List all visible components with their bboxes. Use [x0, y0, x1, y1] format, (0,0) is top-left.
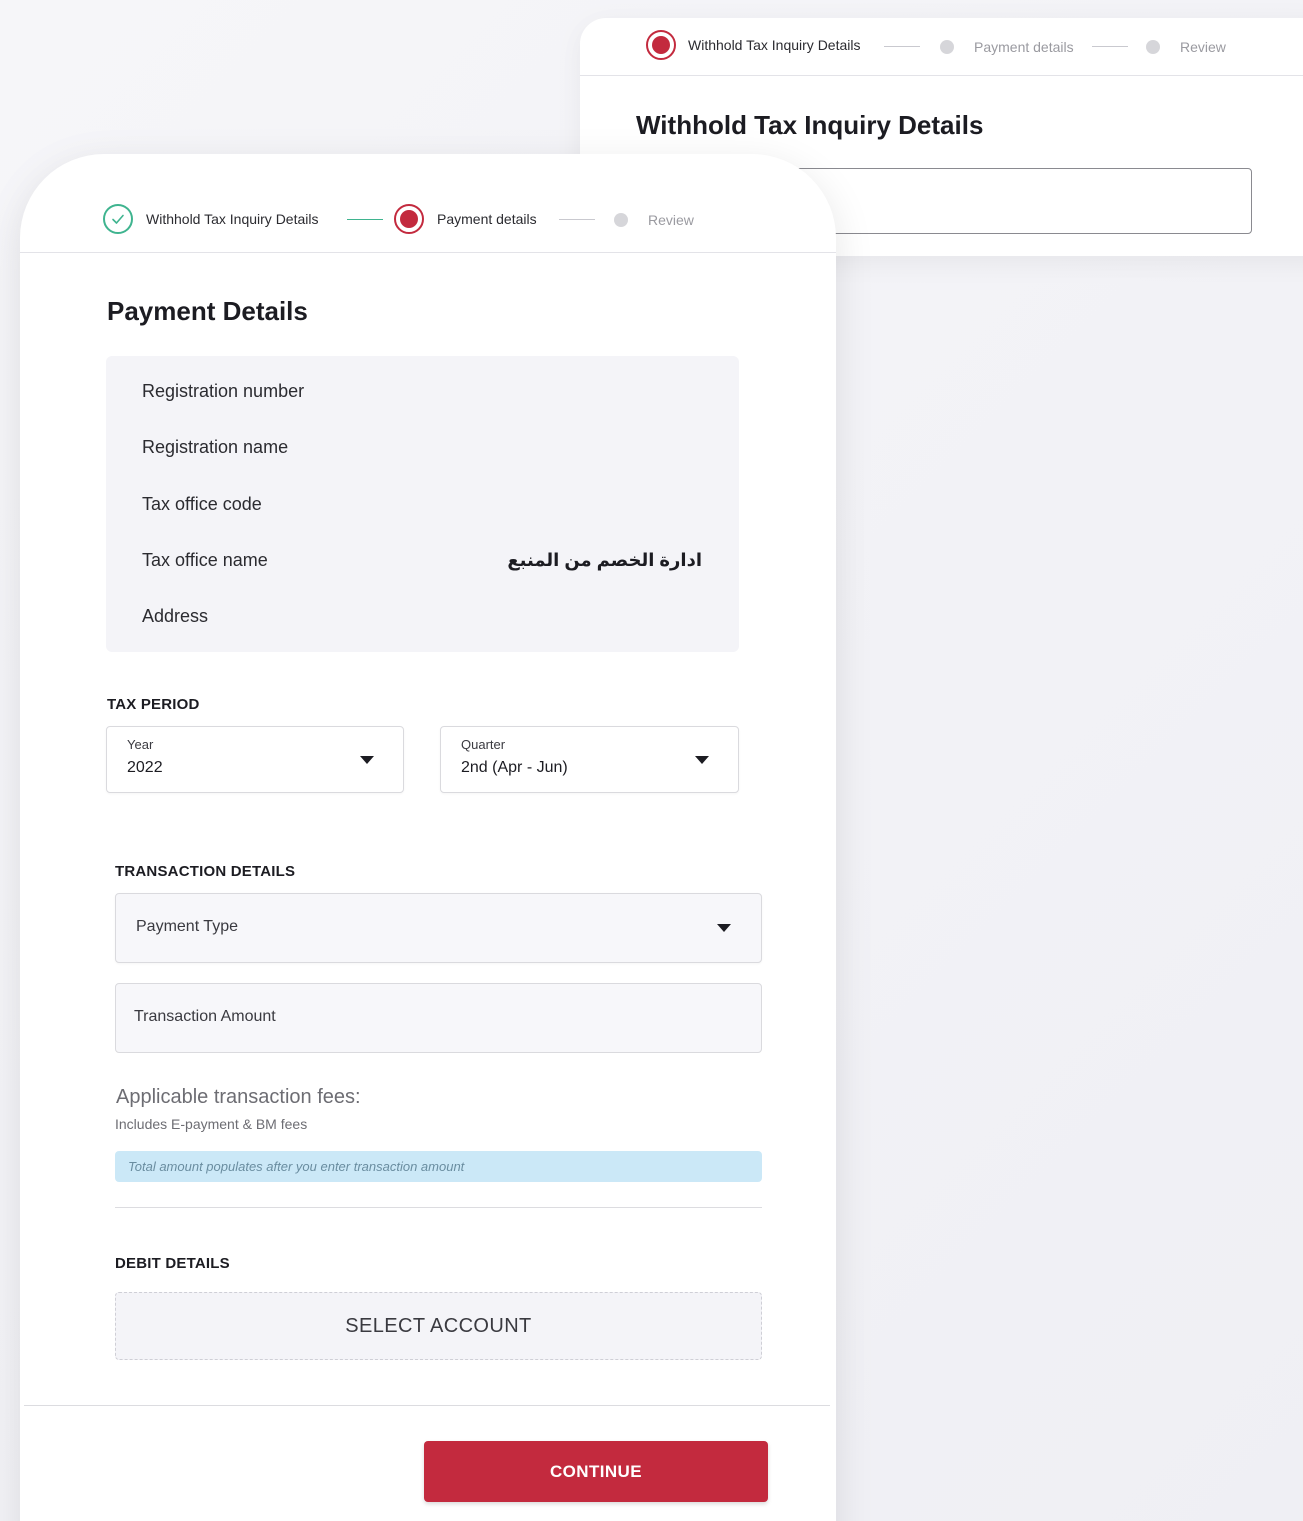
back-page-title: Withhold Tax Inquiry Details — [636, 110, 984, 140]
pending-step-icon — [940, 40, 954, 54]
back-step-payment[interactable]: Payment details — [940, 39, 1074, 55]
quarter-label: Quarter — [461, 737, 506, 752]
caret-down-icon — [717, 924, 731, 932]
registration-name-label: Registration name — [142, 436, 289, 457]
fees-subtitle: Includes E-payment & BM fees — [115, 1116, 308, 1132]
front-stepper: Withhold Tax Inquiry Details Payment det… — [20, 154, 836, 253]
year-select[interactable]: Year 2022 — [106, 726, 404, 793]
step-inquiry-label: Withhold Tax Inquiry Details — [146, 211, 319, 227]
back-step-inquiry[interactable]: Withhold Tax Inquiry Details — [646, 30, 860, 60]
debit-details-heading: DEBIT DETAILS — [115, 1255, 230, 1272]
step-payment-label: Payment details — [437, 211, 537, 227]
transaction-details-heading: TRANSACTION DETAILS — [115, 863, 296, 880]
step-payment[interactable]: Payment details — [394, 204, 537, 234]
quarter-value: 2nd (Apr - Jun) — [461, 759, 568, 776]
select-account-button[interactable]: SELECT ACCOUNT — [115, 1292, 762, 1360]
pending-step-icon — [614, 213, 628, 227]
back-step-payment-label: Payment details — [974, 39, 1074, 55]
step-connector — [1092, 46, 1128, 47]
transaction-amount-placeholder: Transaction Amount — [134, 1008, 276, 1025]
back-stepper: Withhold Tax Inquiry Details Payment det… — [580, 18, 1303, 76]
front-card: Withhold Tax Inquiry Details Payment det… — [20, 154, 836, 1521]
back-step-review-label: Review — [1180, 39, 1226, 55]
active-step-icon — [394, 204, 424, 234]
footer-divider — [24, 1405, 830, 1406]
divider — [115, 1207, 762, 1208]
active-step-icon — [646, 30, 676, 60]
check-circle-icon — [103, 204, 133, 234]
back-step-inquiry-label: Withhold Tax Inquiry Details — [688, 37, 861, 53]
transaction-amount-input[interactable]: Transaction Amount — [115, 983, 762, 1053]
step-review-label: Review — [648, 212, 694, 228]
step-inquiry[interactable]: Withhold Tax Inquiry Details — [103, 204, 318, 234]
year-value: 2022 — [127, 759, 163, 776]
page-title: Payment Details — [107, 296, 308, 326]
step-connector-done — [347, 219, 383, 220]
step-connector — [884, 46, 920, 47]
step-connector — [559, 219, 595, 220]
address-label: Address — [142, 605, 209, 626]
info-row-address: Address — [142, 601, 702, 631]
info-row-tax-office-code: Tax office code — [142, 489, 702, 519]
stage: Withhold Tax Inquiry Details Payment det… — [0, 0, 1303, 1521]
year-label: Year — [127, 737, 154, 752]
check-icon — [112, 214, 124, 224]
tax-office-code-label: Tax office code — [142, 493, 262, 514]
info-row-registration-name: Registration name — [142, 432, 702, 462]
total-amount-banner: Total amount populates after you enter t… — [115, 1151, 762, 1182]
info-row-tax-office-name: Tax office name ادارة الخصم من المنبع — [142, 545, 702, 575]
payment-type-placeholder: Payment Type — [136, 918, 238, 935]
banner-text: Total amount populates after you enter t… — [128, 1159, 465, 1174]
registration-number-label: Registration number — [142, 380, 305, 401]
tax-office-name-label: Tax office name — [142, 549, 268, 570]
back-step-review[interactable]: Review — [1146, 39, 1226, 55]
registration-info-panel: Registration number Registration name Ta… — [106, 356, 739, 652]
info-row-registration-number: Registration number — [142, 376, 702, 406]
caret-down-icon — [360, 756, 374, 764]
tax-period-heading: TAX PERIOD — [107, 696, 200, 713]
tax-office-name-value: ادارة الخصم من المنبع — [507, 549, 702, 570]
caret-down-icon — [695, 756, 709, 764]
payment-type-select[interactable]: Payment Type — [115, 893, 762, 963]
fees-title: Applicable transaction fees: — [116, 1086, 361, 1108]
step-review[interactable]: Review — [614, 212, 694, 228]
quarter-select[interactable]: Quarter 2nd (Apr - Jun) — [440, 726, 739, 793]
continue-button[interactable]: CONTINUE — [424, 1441, 768, 1502]
pending-step-icon — [1146, 40, 1160, 54]
